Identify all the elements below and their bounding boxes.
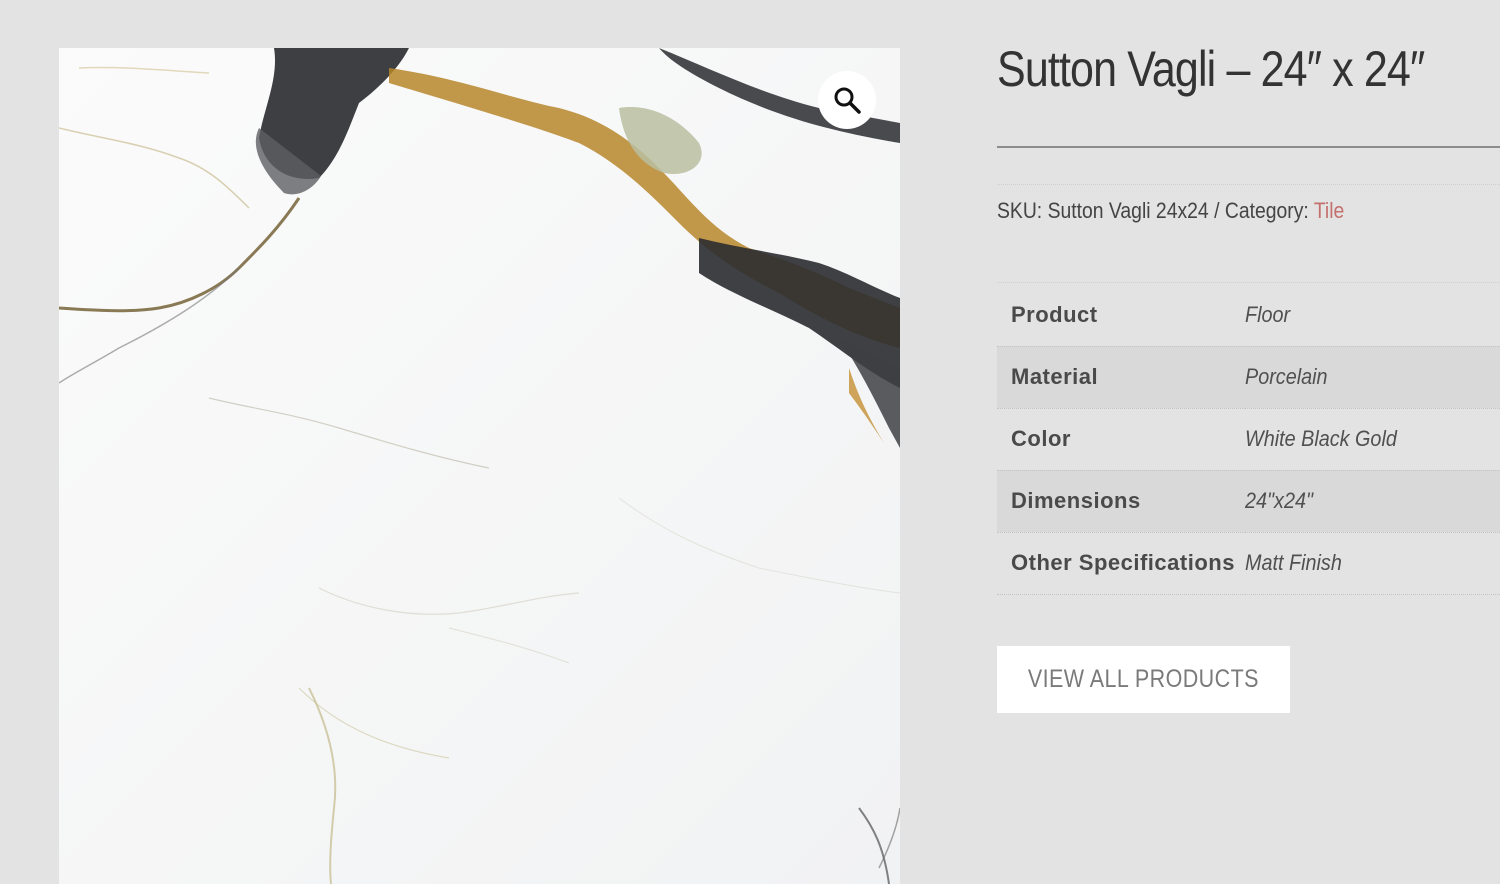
category-link[interactable]: Tile — [1314, 198, 1344, 223]
product-summary: Sutton Vagli – 24″ x 24″ SKU: Sutton Vag… — [997, 0, 1500, 884]
meta-separator: / — [1214, 198, 1220, 223]
view-all-products-label: VIEW ALL PRODUCTS — [1027, 665, 1260, 693]
product-page: Sutton Vagli – 24″ x 24″ SKU: Sutton Vag… — [0, 0, 1500, 884]
attribute-row: Other Specifications Matt Finish — [997, 532, 1500, 595]
marble-tile-image — [59, 48, 900, 884]
attribute-label: Color — [997, 408, 1245, 471]
title-divider — [997, 146, 1500, 148]
attribute-row: Material Porcelain — [997, 346, 1500, 409]
attribute-label: Dimensions — [997, 470, 1245, 533]
attribute-label: Material — [997, 346, 1245, 409]
attribute-row: Color White Black Gold — [997, 408, 1500, 471]
view-all-products-button[interactable]: VIEW ALL PRODUCTS — [997, 646, 1290, 713]
attribute-label: Product — [997, 284, 1245, 347]
product-image[interactable] — [59, 48, 900, 884]
attribute-value: Porcelain — [1245, 364, 1328, 389]
meta-divider-bottom — [997, 282, 1500, 283]
category-label: Category: — [1224, 198, 1309, 223]
attribute-value: 24"x24" — [1245, 488, 1314, 513]
product-title: Sutton Vagli – 24″ x 24″ — [997, 41, 1425, 97]
attribute-row: Product Floor — [997, 284, 1500, 347]
magnifier-zoom-icon — [834, 87, 861, 114]
sku-label: SKU: — [997, 198, 1043, 223]
attribute-row: Dimensions 24"x24" — [997, 470, 1500, 533]
sku-value: Sutton Vagli 24x24 — [1047, 198, 1209, 223]
attribute-value: Matt Finish — [1245, 550, 1342, 575]
product-meta: SKU: Sutton Vagli 24x24 / Category: Tile — [997, 198, 1344, 224]
zoom-button[interactable] — [818, 71, 876, 129]
meta-divider-top — [997, 184, 1500, 185]
attribute-value: White Black Gold — [1245, 426, 1397, 451]
attribute-value: Floor — [1245, 301, 1291, 327]
attribute-label: Other Specifications — [997, 532, 1245, 595]
product-attributes-table: Product Floor Material Porcelain Color W… — [997, 284, 1500, 595]
